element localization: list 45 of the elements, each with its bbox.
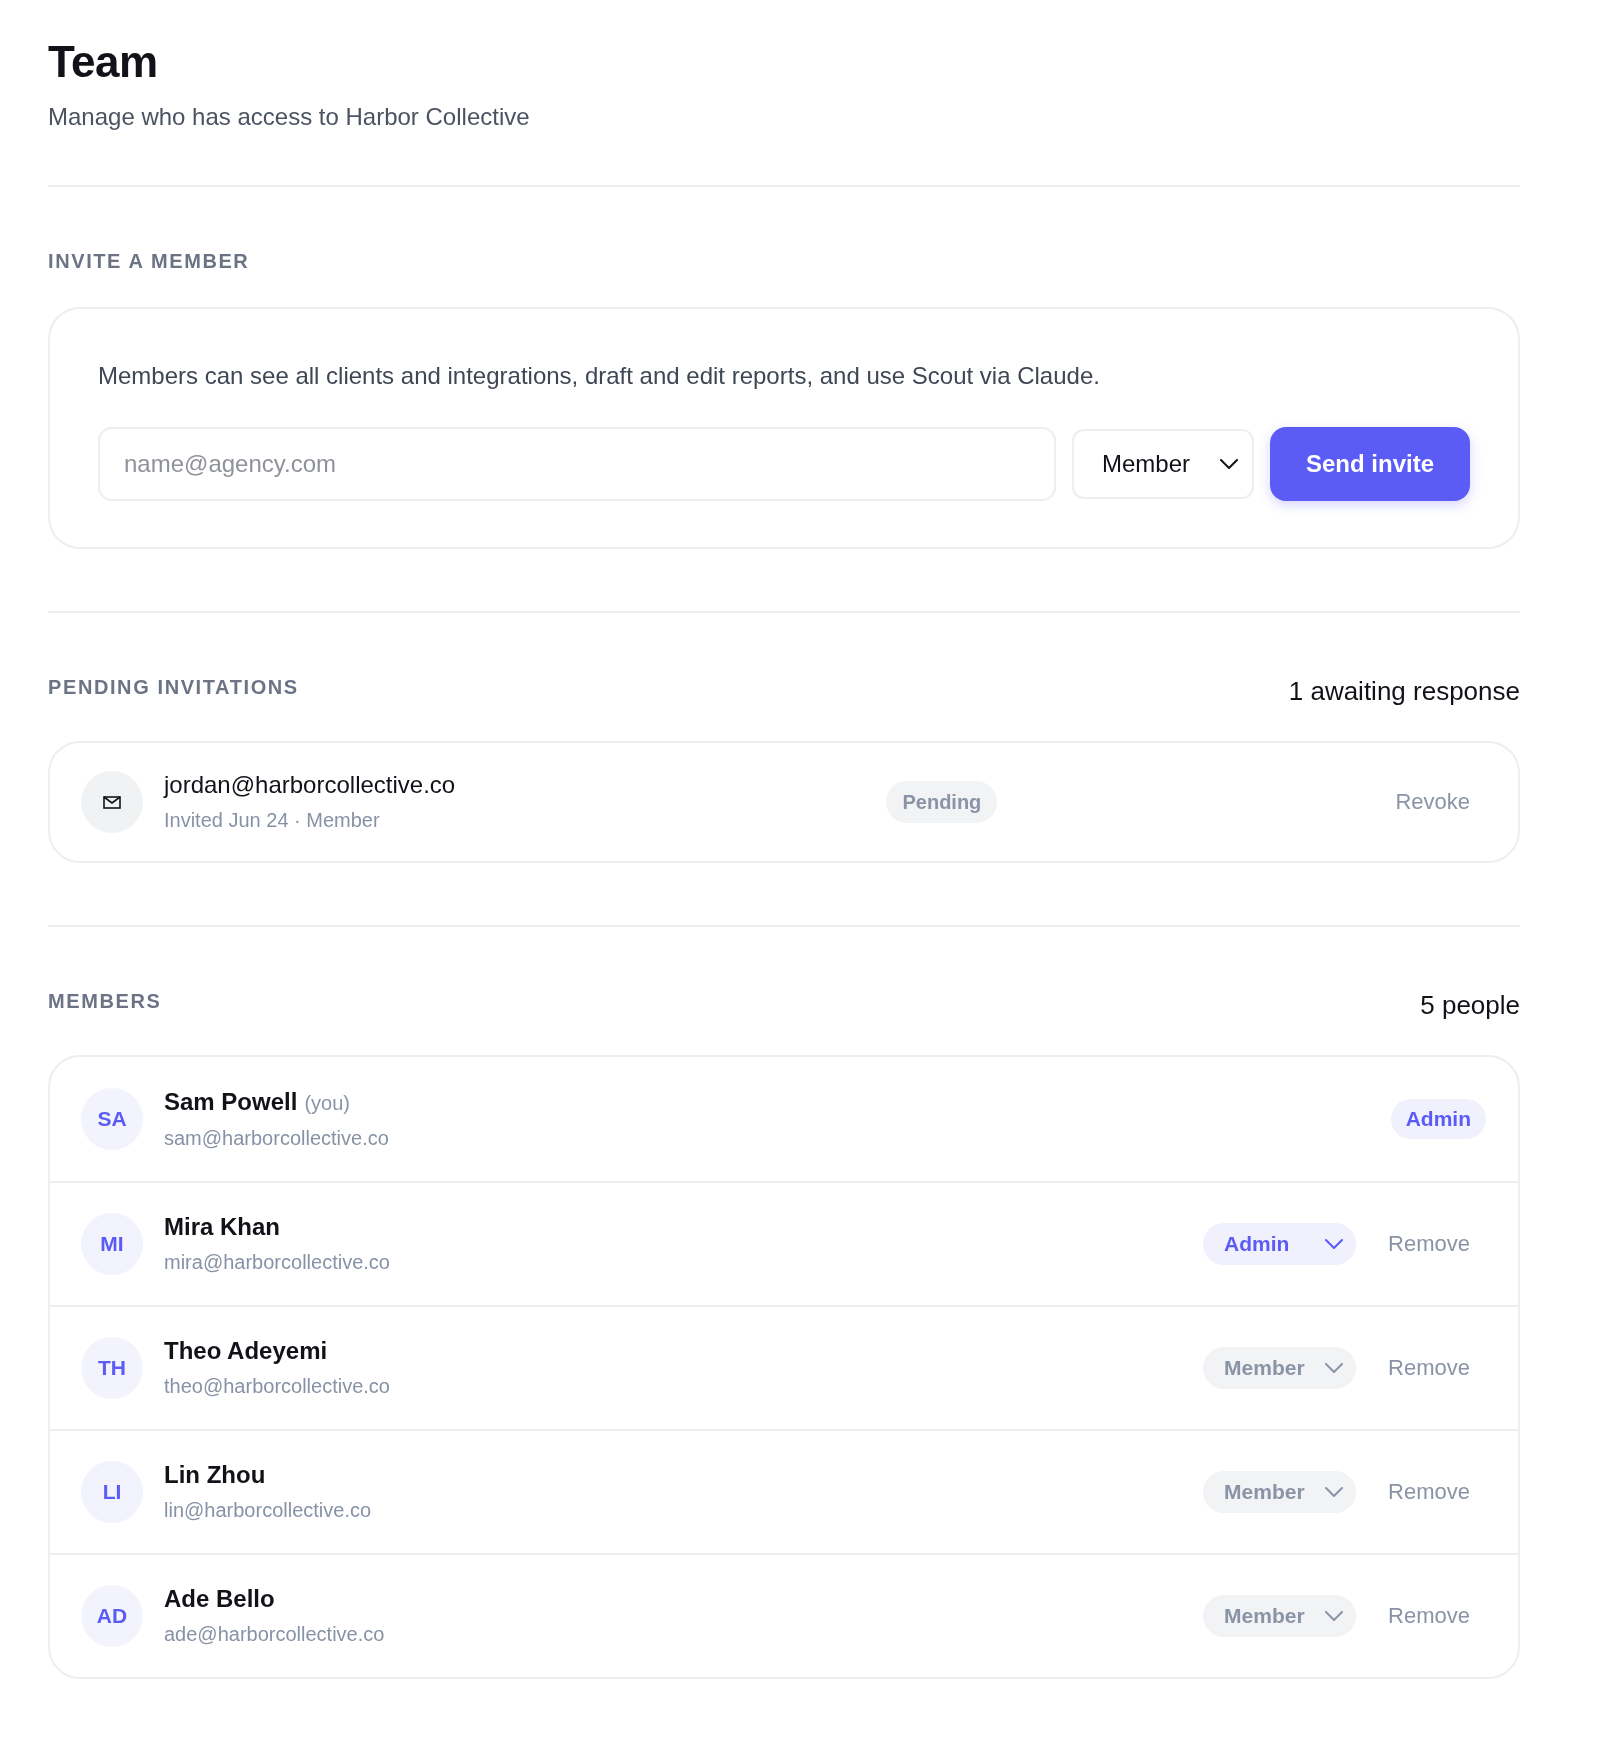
- role-select[interactable]: Admin: [1203, 1223, 1357, 1265]
- role-select[interactable]: Member: [1072, 429, 1254, 499]
- invite-details: Invited Jun 24 · Member: [164, 808, 381, 833]
- member-email: mira@harborcollective.co: [164, 1250, 391, 1275]
- role-select[interactable]: Member: [1203, 1471, 1357, 1513]
- remove-button[interactable]: Remove: [1372, 1471, 1486, 1513]
- member-email: sam@harborcollective.co: [164, 1125, 390, 1151]
- revoke-button[interactable]: Revoke: [1379, 781, 1486, 823]
- avatar-initials: LI: [81, 1461, 143, 1523]
- section-heading: PENDING INVITATIONS: [48, 675, 299, 699]
- you-label: (you): [304, 1090, 350, 1116]
- member-name: Mira Khan: [164, 1212, 280, 1242]
- invite-email: jordan@harborcollective.co: [164, 770, 457, 800]
- section-heading: MEMBERS: [48, 989, 162, 1013]
- member-email: theo@harborcollective.co: [164, 1374, 391, 1399]
- page-subtitle: Manage who has access to Harbor Collective: [48, 102, 531, 132]
- avatar-initials: MI: [81, 1213, 143, 1275]
- remove-button[interactable]: Remove: [1372, 1223, 1486, 1265]
- role-select[interactable]: Member: [1203, 1347, 1357, 1389]
- pending-count: 1 awaiting response: [1288, 675, 1520, 707]
- avatar-initials: AD: [81, 1585, 143, 1647]
- avatar-initials: SA: [81, 1088, 143, 1150]
- page-title: Team: [48, 36, 159, 88]
- remove-button[interactable]: Remove: [1372, 1347, 1486, 1389]
- chevron-down-icon: [1220, 458, 1238, 470]
- member-name: Ade Bello: [164, 1584, 275, 1614]
- chevron-down-icon: [1325, 1486, 1344, 1498]
- chevron-down-icon: [1325, 1362, 1344, 1374]
- remove-button[interactable]: Remove: [1372, 1595, 1486, 1637]
- member-name: Lin Zhou: [164, 1460, 266, 1490]
- avatar-initials: TH: [81, 1337, 143, 1399]
- role-badge: Admin: [1390, 1099, 1486, 1139]
- send-invite-button[interactable]: Send invite: [1270, 427, 1470, 501]
- member-count: 5 people: [1420, 989, 1520, 1021]
- chevron-down-icon: [1325, 1610, 1344, 1622]
- email-input-field[interactable]: name@agency.com: [98, 427, 1056, 501]
- role-select[interactable]: Member: [1203, 1595, 1357, 1637]
- member-name: Sam Powell: [164, 1086, 298, 1117]
- member-email: lin@harborcollective.co: [164, 1498, 373, 1523]
- section-heading: INVITE A MEMBER: [48, 249, 250, 273]
- member-email: ade@harborcollective.co: [164, 1622, 386, 1647]
- member-name: Theo Adeyemi: [164, 1336, 328, 1366]
- status-badge: Pending: [886, 781, 998, 823]
- invite-description: Members can see all clients and integrations, draft and edit reports, and use Scout via Claude.: [98, 361, 1101, 391]
- chevron-down-icon: [1325, 1238, 1344, 1250]
